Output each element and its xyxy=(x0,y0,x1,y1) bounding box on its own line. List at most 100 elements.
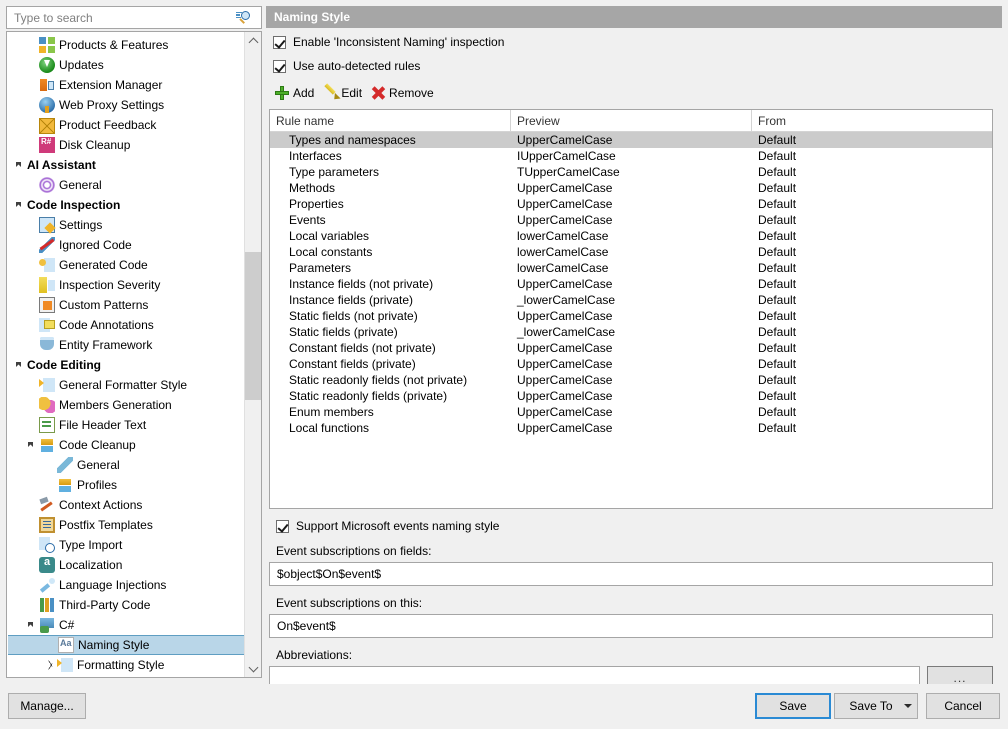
use-auto-detected-rules-checkbox[interactable] xyxy=(273,60,286,73)
products-features-icon xyxy=(39,37,55,53)
sidebar-item-code-editing[interactable]: Code Editing xyxy=(7,355,244,375)
chevron-down-icon[interactable] xyxy=(27,435,39,455)
support-ms-events-checkbox[interactable] xyxy=(276,520,289,533)
sidebar-item-code-annotations[interactable]: Code Annotations xyxy=(7,315,244,335)
sidebar-item-code-inspection[interactable]: Code Inspection xyxy=(7,195,244,215)
support-ms-events-row[interactable]: Support Microsoft events naming style xyxy=(269,516,993,536)
profiles-icon xyxy=(57,477,73,493)
chevron-down-icon[interactable] xyxy=(15,155,27,175)
table-row[interactable]: MethodsUpperCamelCaseDefault xyxy=(270,180,992,196)
sidebar-item-general[interactable]: General xyxy=(7,175,244,195)
use-auto-detected-rules-row[interactable]: Use auto-detected rules xyxy=(266,56,1002,76)
cell-name: Enum members xyxy=(270,404,511,420)
sidebar-item-localization[interactable]: Localization xyxy=(7,555,244,575)
save-to-button[interactable]: Save To xyxy=(834,693,918,719)
table-row[interactable]: Instance fields (not private)UpperCamelC… xyxy=(270,276,992,292)
cell-preview: UpperCamelCase xyxy=(511,212,752,228)
table-row[interactable]: Types and namespacesUpperCamelCaseDefaul… xyxy=(270,132,992,148)
chevron-down-icon[interactable] xyxy=(15,355,27,375)
column-header-preview[interactable]: Preview xyxy=(511,110,752,132)
chevron-down-icon[interactable] xyxy=(899,704,917,708)
inspection-severity-icon xyxy=(39,277,55,293)
scroll-down-icon[interactable] xyxy=(245,660,262,677)
table-row[interactable]: Static fields (private)_lowerCamelCaseDe… xyxy=(270,324,992,340)
sidebar-item-context-actions[interactable]: Context Actions xyxy=(7,495,244,515)
event-subs-this-box[interactable] xyxy=(269,614,993,638)
sidebar-item-custom-patterns[interactable]: Custom Patterns xyxy=(7,295,244,315)
sidebar-item-products-features[interactable]: Products & Features xyxy=(7,35,244,55)
sidebar-item-profiles[interactable]: Profiles xyxy=(7,475,244,495)
sidebar-item-extension-manager[interactable]: Extension Manager xyxy=(7,75,244,95)
sidebar-item-type-import[interactable]: Type Import xyxy=(7,535,244,555)
table-row[interactable]: InterfacesIUpperCamelCaseDefault xyxy=(270,148,992,164)
table-row[interactable]: Local variableslowerCamelCaseDefault xyxy=(270,228,992,244)
sidebar-item-product-feedback[interactable]: Product Feedback xyxy=(7,115,244,135)
cell-from: Default xyxy=(752,404,992,420)
table-row[interactable]: Static fields (not private)UpperCamelCas… xyxy=(270,308,992,324)
sidebar-item-label: Postfix Templates xyxy=(59,515,153,535)
sidebar-item-code-cleanup[interactable]: Code Cleanup xyxy=(7,435,244,455)
sidebar-item-web-proxy-settings[interactable]: Web Proxy Settings xyxy=(7,95,244,115)
event-subs-fields-input[interactable] xyxy=(275,564,992,584)
sidebar-item-ai-assistant[interactable]: AI Assistant xyxy=(7,155,244,175)
sidebar-item-postfix-templates[interactable]: Postfix Templates xyxy=(7,515,244,535)
event-subs-this-input[interactable] xyxy=(275,616,992,636)
sidebar-item-third-party-code[interactable]: Third-Party Code xyxy=(7,595,244,615)
table-row[interactable]: Constant fields (not private)UpperCamelC… xyxy=(270,340,992,356)
sidebar-item-language-injections[interactable]: Language Injections xyxy=(7,575,244,595)
options-dialog: Products & FeaturesUpdatesExtension Mana… xyxy=(0,0,1008,729)
cell-preview: UpperCamelCase xyxy=(511,308,752,324)
sidebar-item-naming-style[interactable]: Naming Style xyxy=(8,635,245,655)
edit-icon xyxy=(322,85,338,101)
column-header-from[interactable]: From xyxy=(752,110,992,132)
sidebar-item-general[interactable]: General xyxy=(7,455,244,475)
cancel-button[interactable]: Cancel xyxy=(926,693,1000,719)
sidebar-item-inspection-severity[interactable]: Inspection Severity xyxy=(7,275,244,295)
table-row[interactable]: Instance fields (private)_lowerCamelCase… xyxy=(270,292,992,308)
sidebar-item-c[interactable]: C# xyxy=(7,615,244,635)
sidebar-item-updates[interactable]: Updates xyxy=(7,55,244,75)
table-row[interactable]: EventsUpperCamelCaseDefault xyxy=(270,212,992,228)
manage-button[interactable]: Manage... xyxy=(8,693,86,719)
sidebar-item-entity-framework[interactable]: Entity Framework xyxy=(7,335,244,355)
table-row[interactable]: Type parametersTUpperCamelCaseDefault xyxy=(270,164,992,180)
event-subs-fields-box[interactable] xyxy=(269,562,993,586)
chevron-down-icon[interactable] xyxy=(27,615,39,635)
search-box[interactable] xyxy=(6,6,262,29)
table-row[interactable]: Static readonly fields (private)UpperCam… xyxy=(270,388,992,404)
scroll-up-icon[interactable] xyxy=(245,32,262,49)
column-header-rule-name[interactable]: Rule name xyxy=(270,110,511,132)
chevron-right-icon[interactable] xyxy=(45,655,57,675)
table-row[interactable]: Constant fields (private)UpperCamelCaseD… xyxy=(270,356,992,372)
sidebar-item-formatting-style[interactable]: Formatting Style xyxy=(7,655,244,675)
sidebar-item-file-header-text[interactable]: File Header Text xyxy=(7,415,244,435)
mail-icon xyxy=(39,118,55,134)
remove-button[interactable]: Remove xyxy=(369,83,438,103)
chevron-down-icon[interactable] xyxy=(15,195,27,215)
table-body: Types and namespacesUpperCamelCaseDefaul… xyxy=(270,132,992,436)
table-row[interactable]: Local functionsUpperCamelCaseDefault xyxy=(270,420,992,436)
table-row[interactable]: Static readonly fields (not private)Uppe… xyxy=(270,372,992,388)
sidebar-item-ignored-code[interactable]: Ignored Code xyxy=(7,235,244,255)
edit-button[interactable]: Edit xyxy=(321,83,366,103)
table-row[interactable]: Local constantslowerCamelCaseDefault xyxy=(270,244,992,260)
cell-from: Default xyxy=(752,420,992,436)
table-row[interactable]: ParameterslowerCamelCaseDefault xyxy=(270,260,992,276)
sidebar-item-members-generation[interactable]: Members Generation xyxy=(7,395,244,415)
search-icon[interactable] xyxy=(236,9,254,27)
enable-inconsistent-naming-row[interactable]: Enable 'Inconsistent Naming' inspection xyxy=(266,32,1002,52)
sidebar-item-settings[interactable]: Settings xyxy=(7,215,244,235)
enable-inconsistent-naming-checkbox[interactable] xyxy=(273,36,286,49)
sidebar-scrollbar[interactable] xyxy=(244,32,261,677)
cell-from: Default xyxy=(752,260,992,276)
sidebar-item-generated-code[interactable]: Generated Code xyxy=(7,255,244,275)
sidebar-item-general-formatter-style[interactable]: General Formatter Style xyxy=(7,375,244,395)
dialog-footer: Manage... Save Save To Cancel xyxy=(0,684,1008,729)
search-input[interactable] xyxy=(12,8,234,27)
table-row[interactable]: Enum membersUpperCamelCaseDefault xyxy=(270,404,992,420)
sidebar-item-disk-cleanup[interactable]: Disk Cleanup xyxy=(7,135,244,155)
table-row[interactable]: PropertiesUpperCamelCaseDefault xyxy=(270,196,992,212)
sidebar-scrollbar-thumb[interactable] xyxy=(245,252,262,400)
save-button[interactable]: Save xyxy=(755,693,831,719)
add-button[interactable]: Add xyxy=(273,83,318,103)
